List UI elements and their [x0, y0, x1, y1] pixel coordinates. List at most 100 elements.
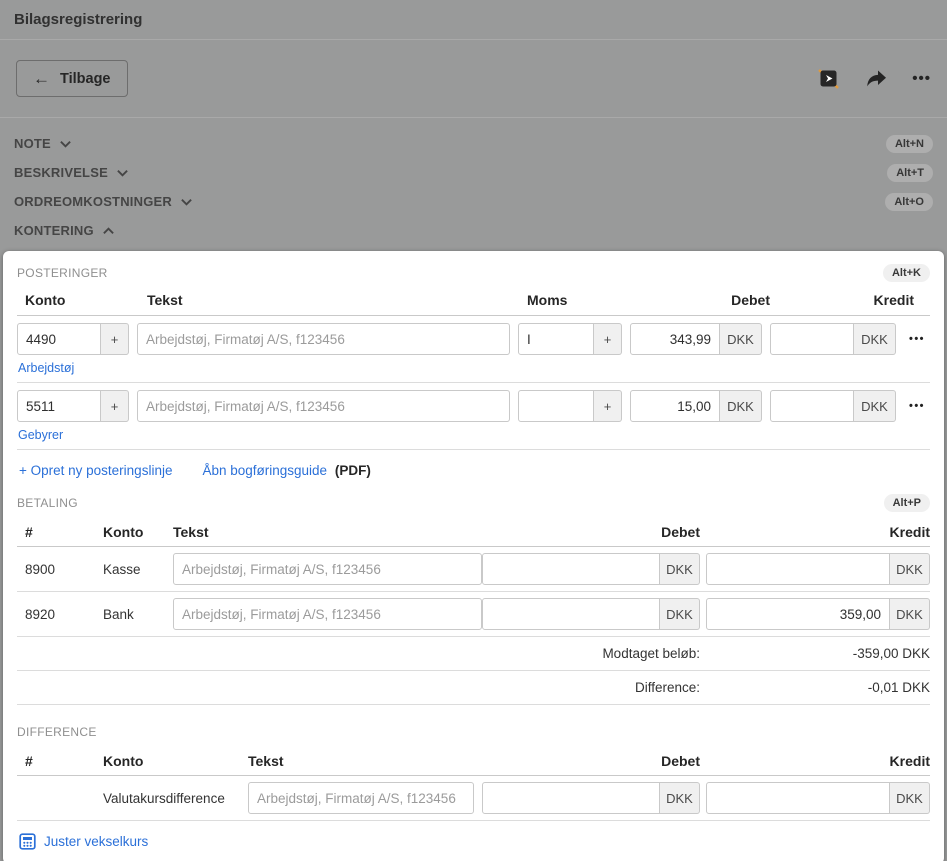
kredit-input[interactable] — [706, 553, 890, 585]
section-ordreomkostninger-label: ORDREOMKOSTNINGER — [14, 194, 172, 209]
section-kontering[interactable]: KONTERING — [0, 216, 947, 245]
open-bookkeeping-guide-link[interactable]: Åbn bogføringsguide — [202, 463, 327, 478]
account-name-link[interactable]: Arbejdstøj — [18, 361, 74, 375]
debet-currency-button[interactable]: DKK — [720, 390, 762, 422]
col-kredit: Kredit — [706, 753, 930, 769]
summary-value: -359,00 DKK — [700, 646, 930, 661]
section-beskrivelse[interactable]: BESKRIVELSE Alt+T — [0, 158, 947, 187]
chevron-up-icon — [102, 226, 115, 236]
account-name-link[interactable]: Gebyrer — [18, 428, 63, 442]
account-name: Kasse — [103, 562, 173, 577]
section-kontering-label: KONTERING — [14, 223, 94, 238]
col-kredit: Kredit — [778, 292, 930, 308]
kredit-currency-button[interactable]: DKK — [890, 598, 930, 630]
section-beskrivelse-label: BESKRIVELSE — [14, 165, 108, 180]
account-number: 8920 — [17, 607, 103, 622]
shortcut-badge: Alt+K — [883, 264, 930, 282]
pdf-suffix: (PDF) — [335, 463, 371, 478]
back-arrow-icon: ← — [33, 70, 50, 87]
share-icon[interactable] — [865, 69, 887, 89]
kredit-currency-button[interactable]: DKK — [854, 323, 896, 355]
tekst-input[interactable] — [248, 782, 474, 814]
col-tekst: Tekst — [137, 292, 518, 308]
kontering-panel: POSTERINGER Alt+K Konto Tekst Moms Debet… — [3, 251, 944, 861]
back-button[interactable]: ← Tilbage — [16, 60, 128, 97]
edit-document-icon[interactable] — [817, 67, 840, 90]
moms-input[interactable] — [518, 390, 594, 422]
kredit-input[interactable] — [706, 782, 890, 814]
chevron-down-icon — [180, 197, 193, 207]
col-tekst: Tekst — [173, 524, 482, 540]
account-name: Bank — [103, 607, 173, 622]
tekst-input[interactable] — [137, 390, 510, 422]
debet-input[interactable] — [482, 598, 660, 630]
chevron-down-icon — [59, 139, 72, 149]
section-ordreomkostninger[interactable]: ORDREOMKOSTNINGER Alt+O — [0, 187, 947, 216]
col-kredit: Kredit — [706, 524, 930, 540]
toolbar: ← Tilbage ••• — [0, 40, 947, 118]
tekst-input[interactable] — [137, 323, 510, 355]
col-nr: # — [17, 753, 103, 769]
col-debet: Debet — [638, 292, 770, 308]
summary-row: Modtaget beløb: -359,00 DKK — [17, 637, 930, 671]
shortcut-badge: Alt+P — [884, 494, 930, 512]
moms-input[interactable] — [518, 323, 594, 355]
debet-currency-button[interactable]: DKK — [660, 782, 700, 814]
konto-input[interactable] — [17, 323, 101, 355]
col-konto: Konto — [103, 524, 173, 540]
tekst-input[interactable] — [173, 553, 482, 585]
row-more-icon[interactable]: ••• — [904, 333, 930, 345]
col-konto: Konto — [103, 753, 248, 769]
more-options-icon[interactable]: ••• — [912, 71, 931, 86]
payment-row: 8900 Kasse DKK DKK — [17, 547, 930, 592]
summary-label: Difference: — [635, 680, 700, 695]
summary-label: Modtaget beløb: — [602, 646, 700, 661]
difference-header-row: # Konto Tekst Debet Kredit — [17, 746, 930, 776]
debet-input[interactable] — [630, 323, 720, 355]
kredit-input[interactable] — [770, 390, 854, 422]
section-note[interactable]: NOTE Alt+N — [0, 129, 947, 158]
konto-lookup-button[interactable]: + — [101, 390, 129, 422]
summary-row: Difference: -0,01 DKK — [17, 671, 930, 705]
payment-row: 8920 Bank DKK DKK — [17, 592, 930, 637]
tekst-input[interactable] — [173, 598, 482, 630]
calculator-icon — [19, 833, 36, 850]
kredit-currency-button[interactable]: DKK — [890, 553, 930, 585]
debet-currency-button[interactable]: DKK — [660, 553, 700, 585]
kredit-currency-button[interactable]: DKK — [854, 390, 896, 422]
moms-lookup-button[interactable]: + — [594, 323, 622, 355]
debet-currency-button[interactable]: DKK — [660, 598, 700, 630]
shortcut-badge: Alt+T — [887, 164, 933, 182]
page-title: Bilagsregistrering — [0, 0, 947, 40]
accordion: NOTE Alt+N BESKRIVELSE Alt+T ORDREOMKOST… — [0, 118, 947, 245]
difference-title: DIFFERENCE — [17, 725, 97, 739]
debet-input[interactable] — [482, 553, 660, 585]
difference-row: Valutakursdifference DKK DKK — [17, 776, 930, 821]
betaling-title: BETALING — [17, 496, 78, 510]
debet-currency-button[interactable]: DKK — [720, 323, 762, 355]
betaling-header-row: # Konto Tekst Debet Kredit — [17, 517, 930, 547]
col-debet: Debet — [482, 524, 700, 540]
account-number: 8900 — [17, 562, 103, 577]
kredit-input[interactable] — [706, 598, 890, 630]
kredit-input[interactable] — [770, 323, 854, 355]
debet-input[interactable] — [482, 782, 660, 814]
posting-row: + + DKK DKK ••• Gebyrer — [17, 383, 930, 450]
konto-input[interactable] — [17, 390, 101, 422]
adjust-exchange-rate-link[interactable]: Juster vekselkurs — [44, 834, 148, 849]
shortcut-badge: Alt+N — [886, 135, 933, 153]
col-nr: # — [17, 524, 103, 540]
posting-row: + + DKK DKK ••• Arbejdstøj — [17, 316, 930, 383]
moms-lookup-button[interactable]: + — [594, 390, 622, 422]
account-name: Valutakursdifference — [103, 791, 248, 806]
debet-input[interactable] — [630, 390, 720, 422]
col-konto: Konto — [17, 292, 129, 308]
col-moms: Moms — [526, 292, 630, 308]
row-more-icon[interactable]: ••• — [904, 400, 930, 412]
shortcut-badge: Alt+O — [885, 193, 933, 211]
summary-value: -0,01 DKK — [700, 680, 930, 695]
konto-lookup-button[interactable]: + — [101, 323, 129, 355]
kredit-currency-button[interactable]: DKK — [890, 782, 930, 814]
back-button-label: Tilbage — [60, 71, 111, 87]
create-posting-line-link[interactable]: + Opret ny posteringslinje — [19, 463, 172, 478]
